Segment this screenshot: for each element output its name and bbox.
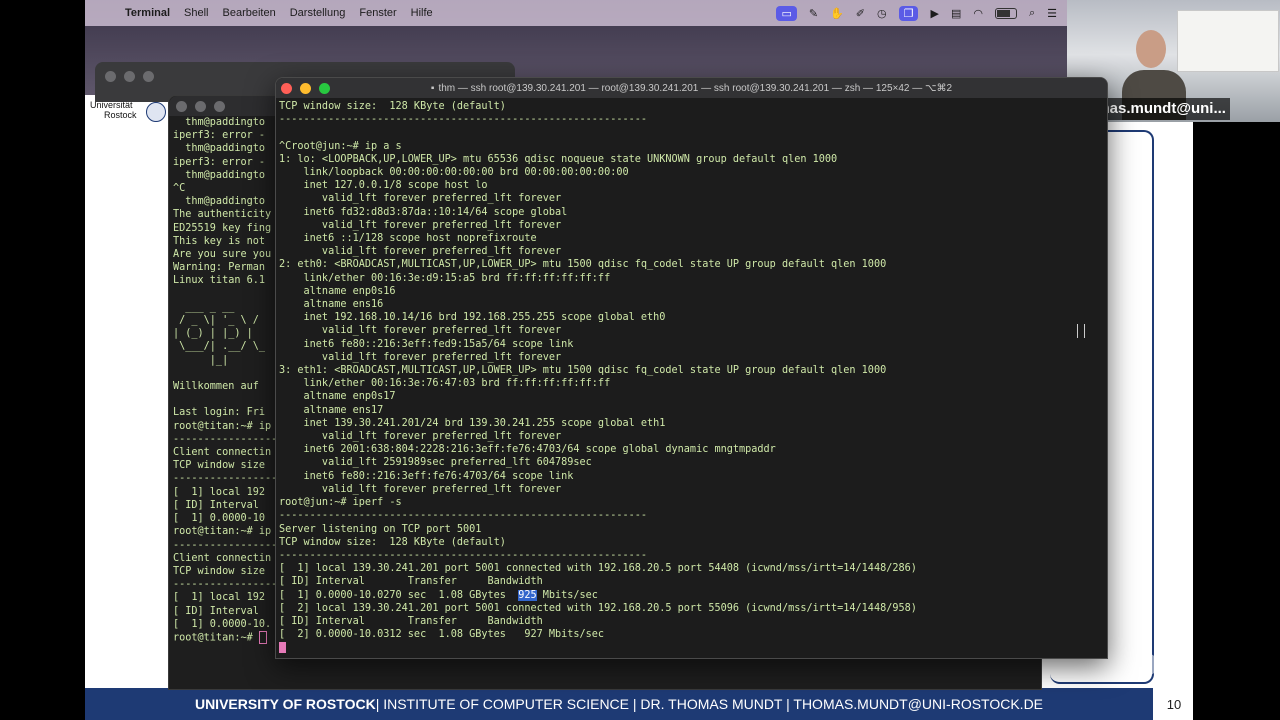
text-selection: 925 — [518, 589, 537, 601]
battery-icon[interactable] — [994, 7, 1017, 19]
slide-page-number: 10 — [1155, 688, 1193, 720]
maximize-icon[interactable] — [214, 101, 225, 112]
close-icon[interactable] — [176, 101, 187, 112]
university-seal-icon — [146, 102, 166, 122]
folder-icon: ▪ — [430, 82, 435, 94]
minimize-icon[interactable] — [124, 71, 135, 82]
display-icon[interactable]: ▤ — [951, 7, 961, 20]
wifi-icon[interactable]: ◠ — [973, 7, 983, 20]
menu-shell[interactable]: Shell — [184, 7, 208, 19]
menu-bearbeiten[interactable]: Bearbeiten — [223, 7, 276, 19]
terminal-cursor — [279, 641, 286, 653]
window-title: thm — ssh root@139.30.241.201 — root@139… — [438, 82, 953, 94]
maximize-icon[interactable] — [143, 71, 154, 82]
text-cursor-icon — [1077, 324, 1085, 338]
terminal-titlebar[interactable]: ▪ thm — ssh root@139.30.241.201 — root@1… — [276, 78, 1107, 98]
menu-fenster[interactable]: Fenster — [359, 7, 396, 19]
control-center-icon[interactable]: ☰ — [1047, 7, 1057, 20]
close-icon[interactable] — [281, 83, 292, 94]
pencil-icon[interactable]: ✐ — [856, 7, 865, 20]
menu-hilfe[interactable]: Hilfe — [411, 7, 433, 19]
search-icon[interactable]: ⌕ — [1029, 7, 1035, 20]
menu-darstellung[interactable]: Darstellung — [290, 7, 346, 19]
menu-terminal[interactable]: Terminal — [125, 7, 170, 19]
window-icon[interactable]: ❐ — [898, 5, 919, 21]
play-icon[interactable]: ▶ — [930, 7, 938, 20]
minimize-icon[interactable] — [195, 101, 206, 112]
minimize-icon[interactable] — [300, 83, 311, 94]
hand-icon[interactable]: ✋ — [830, 7, 844, 20]
close-icon[interactable] — [105, 71, 116, 82]
pen-icon[interactable]: ✎ — [809, 7, 818, 20]
clock-icon[interactable]: ◷ — [877, 7, 887, 20]
maximize-icon[interactable] — [319, 83, 330, 94]
speaker-video — [1122, 18, 1186, 120]
screen-share-icon[interactable]: ▭ — [776, 5, 797, 21]
terminal-output[interactable]: TCP window size: 128 KByte (default) ---… — [279, 100, 917, 655]
menubar: Terminal Shell Bearbeiten Darstellung Fe… — [85, 0, 1067, 26]
whiteboard — [1177, 10, 1279, 72]
terminal-window-jun[interactable]: ▪ thm — ssh root@139.30.241.201 — root@1… — [275, 77, 1108, 659]
terminal-output[interactable]: thm@paddingto iperf3: error - thm@paddin… — [173, 116, 277, 688]
terminal-cursor — [258, 630, 267, 644]
university-logo: Universität Rostock — [90, 100, 166, 128]
slide-footer: UNIVERSITY OF ROSTOCK | INSTITUTE OF COM… — [85, 688, 1153, 720]
menubar-status-area: ▭ ✎ ✋ ✐ ◷ ❐ ▶ ▤ ◠ ⌕ ☰ — [776, 0, 1057, 26]
